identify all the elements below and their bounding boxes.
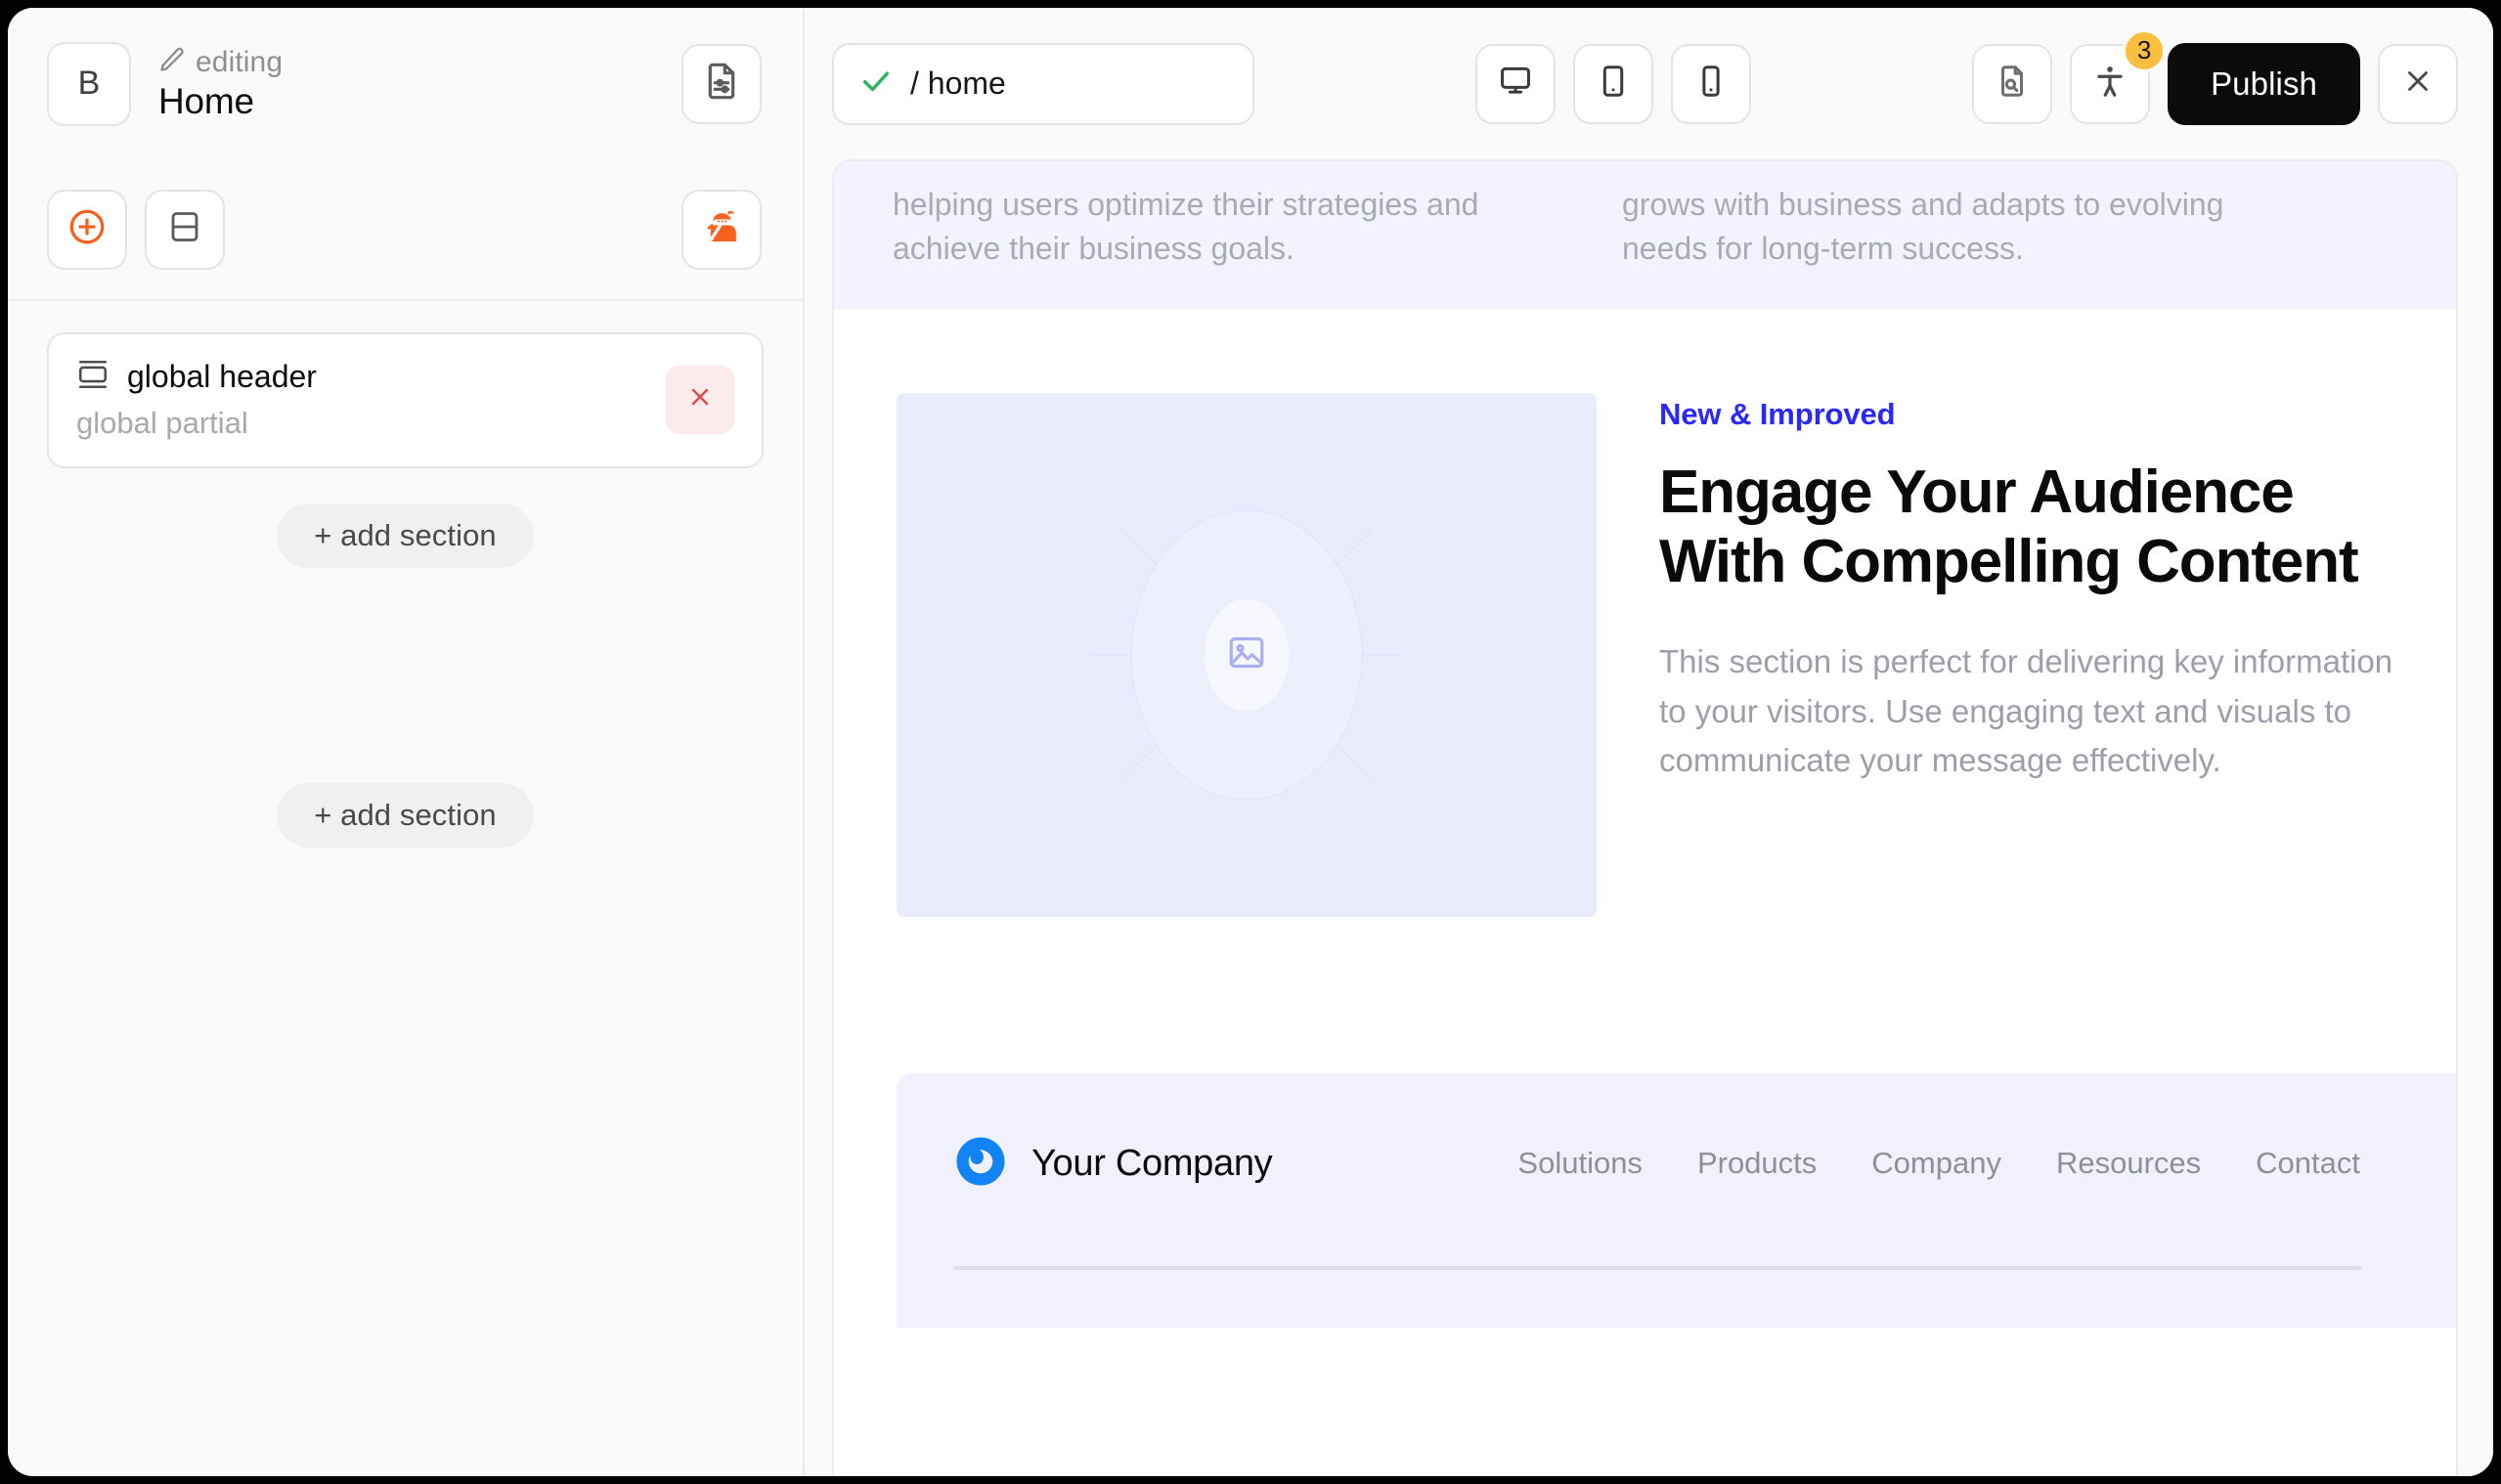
hero-eyebrow: New & Improved (1659, 396, 1896, 431)
footer-link-solutions[interactable]: Solutions (1517, 1146, 1643, 1181)
hero-paragraph: This section is perfect for delivering k… (1659, 643, 2393, 778)
global-header-icon (76, 358, 110, 396)
sidebar-header: B editing Home (8, 8, 803, 159)
canvas-wrapper: helping users optimize their strategies … (805, 159, 2493, 1476)
close-editor-button[interactable] (2378, 43, 2458, 124)
preview-actions: 3 Publish (1972, 28, 2458, 125)
mobile-icon (1692, 63, 1730, 105)
section-item-subtitle: global partial (76, 406, 248, 440)
section-item-title-row: global header (76, 358, 666, 396)
section-item-main: global header global partial (76, 358, 666, 441)
add-section-button-bottom[interactable]: + add section (277, 783, 534, 848)
preview-toolbar: / home 3 Publish (805, 8, 2493, 159)
editing-label: editing (196, 45, 284, 78)
features-band: helping users optimize their strategies … (834, 161, 2456, 309)
editor-window: B editing Home global header global part… (8, 8, 2493, 1476)
split-layout-icon (167, 209, 202, 249)
close-icon (686, 383, 714, 415)
company-logo-icon (953, 1134, 1008, 1194)
footer-link-contact[interactable]: Contact (2256, 1146, 2360, 1181)
features-band-col-2: grows with business and adapts to evolvi… (1622, 187, 2224, 267)
features-band-col-1: helping users optimize their strategies … (893, 187, 1479, 267)
add-section-row-top: + add section (47, 503, 764, 568)
footer-link-resources[interactable]: Resources (2056, 1146, 2201, 1181)
pencil-icon (158, 46, 186, 78)
url-input[interactable]: / home (832, 42, 1254, 125)
hero-image-placeholder[interactable] (897, 392, 1597, 917)
section-item-global-header[interactable]: global header global partial (47, 332, 764, 468)
seo-button[interactable] (1972, 43, 2053, 124)
hero-heading: Engage Your Audience With Compelling Con… (1659, 458, 2359, 596)
accessibility-wrap: 3 (2070, 28, 2167, 124)
sidebar-toolbar (8, 159, 803, 301)
footer-link-company[interactable]: Company (1871, 1146, 2001, 1181)
hero-copy: New & Improved Engage Your Audience With… (1659, 393, 2393, 917)
page-preview-canvas[interactable]: helping users optimize their strategies … (832, 159, 2458, 1476)
device-mobile-button[interactable] (1671, 43, 1752, 124)
document-search-icon (1994, 63, 2031, 105)
add-section-row-bottom: + add section (47, 783, 764, 848)
preview-panel: / home 3 Publish helping users optimize … (805, 8, 2493, 1476)
add-section-button-top[interactable]: + add section (277, 503, 534, 568)
close-icon (2401, 65, 2435, 103)
page-settings-button[interactable] (681, 43, 762, 124)
url-value: / home (910, 65, 1006, 101)
plus-circle-icon (66, 206, 108, 252)
left-sidebar: B editing Home global header global part… (8, 8, 805, 1476)
brand-initial: B (77, 65, 101, 102)
tablet-icon (1595, 63, 1632, 105)
ninja-mascot-icon (699, 204, 744, 254)
page-title: Home (158, 80, 254, 121)
desktop-icon (1497, 63, 1534, 105)
footer-link-products[interactable]: Products (1697, 1146, 1817, 1181)
document-sliders-icon (702, 62, 741, 106)
accessibility-icon (2091, 63, 2128, 105)
site-footer: Your Company Solutions Products Company … (897, 1072, 2456, 1328)
assistant-button[interactable] (681, 189, 762, 270)
accessibility-badge: 3 (2123, 28, 2167, 72)
layout-toggle-button[interactable] (145, 189, 225, 270)
hero-section: New & Improved Engage Your Audience With… (834, 309, 2456, 917)
footer-nav: Solutions Products Company Resources Con… (1517, 1146, 2388, 1181)
section-item-title: global header (127, 359, 317, 394)
publish-button[interactable]: Publish (2168, 42, 2360, 125)
footer-brand[interactable]: Your Company (953, 1134, 1273, 1194)
device-desktop-button[interactable] (1475, 43, 1557, 124)
footer-top-row: Your Company Solutions Products Company … (953, 1134, 2388, 1194)
page-meta: editing Home (158, 46, 681, 122)
image-placeholder-icon (1226, 632, 1267, 677)
add-block-button[interactable] (47, 189, 127, 270)
device-preview-group (1475, 43, 1752, 124)
check-icon (859, 65, 893, 103)
sections-list: global header global partial + add secti… (8, 301, 803, 1476)
device-tablet-button[interactable] (1573, 43, 1654, 124)
footer-divider (953, 1265, 2362, 1270)
section-delete-button[interactable] (666, 365, 734, 434)
brand-avatar[interactable]: B (47, 41, 131, 126)
editing-status: editing (158, 46, 681, 79)
footer-company-name: Your Company (1031, 1142, 1273, 1184)
